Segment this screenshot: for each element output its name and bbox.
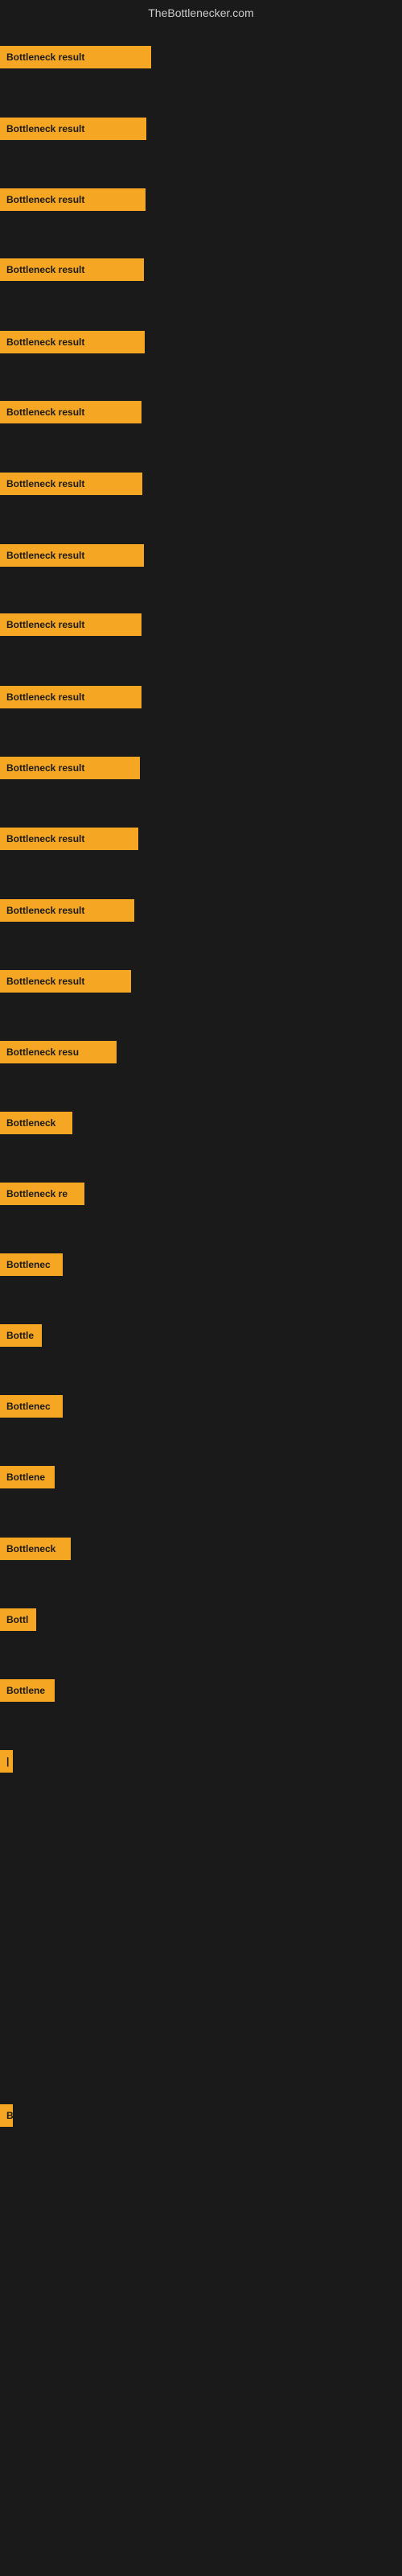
bottleneck-result-item: Bottleneck result: [0, 686, 142, 708]
bottleneck-result-item: Bottleneck result: [0, 828, 138, 850]
bottleneck-result-item: Bottleneck result: [0, 331, 145, 353]
bottleneck-result-item: Bottlene: [0, 1679, 55, 1702]
bottleneck-result-item: Bottleneck result: [0, 757, 140, 779]
bottleneck-result-item: Bottleneck result: [0, 473, 142, 495]
bottleneck-result-item: Bottleneck result: [0, 613, 142, 636]
bottleneck-result-item: |: [0, 1750, 13, 1773]
bottleneck-result-item: Bottleneck result: [0, 118, 146, 140]
site-header: TheBottlenecker.com: [0, 0, 402, 23]
bottleneck-result-item: Bottlenec: [0, 1253, 63, 1276]
bottleneck-result-item: Bottlene: [0, 1466, 55, 1488]
bottleneck-result-item: Bottlenec: [0, 1395, 63, 1418]
bottleneck-result-item: Bottleneck: [0, 1538, 71, 1560]
bottleneck-result-item: Bottl: [0, 1608, 36, 1631]
bottleneck-result-item: Bottleneck result: [0, 899, 134, 922]
bottleneck-result-item: Bottleneck: [0, 1112, 72, 1134]
bottleneck-result-item: Bottle: [0, 1324, 42, 1347]
bottleneck-result-item: Bottleneck resu: [0, 1041, 117, 1063]
bottleneck-result-item: Bottleneck result: [0, 401, 142, 423]
bottleneck-result-item: Bottleneck result: [0, 544, 144, 567]
site-title: TheBottlenecker.com: [148, 6, 254, 19]
bottleneck-result-item: B: [0, 2104, 13, 2127]
bottleneck-result-item: Bottleneck result: [0, 46, 151, 68]
bottleneck-result-item: Bottleneck result: [0, 258, 144, 281]
bottleneck-result-item: Bottleneck result: [0, 970, 131, 993]
bottleneck-result-item: Bottleneck result: [0, 188, 146, 211]
bottleneck-result-item: Bottleneck re: [0, 1183, 84, 1205]
